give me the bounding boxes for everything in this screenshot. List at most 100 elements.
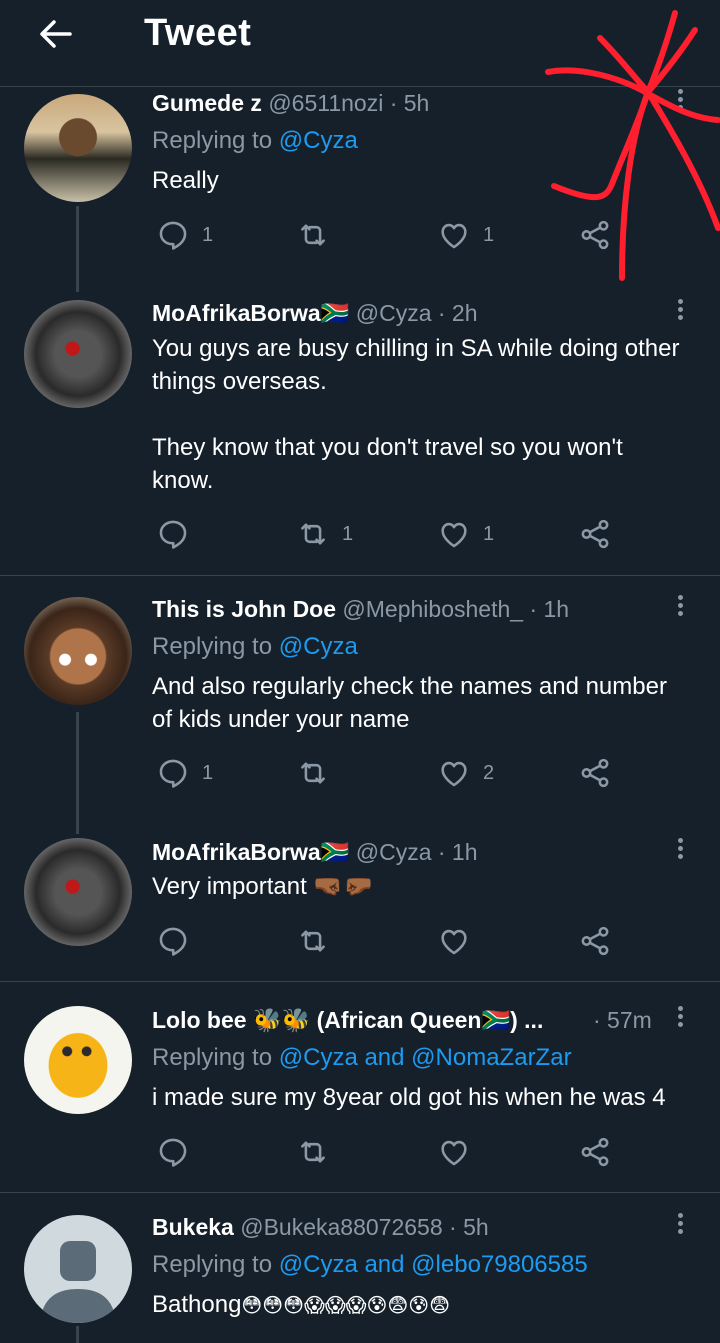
reply-button[interactable]	[156, 516, 202, 552]
share-icon	[578, 924, 612, 958]
retweet-icon	[296, 1135, 330, 1169]
display-name[interactable]: This is John Doe	[152, 596, 336, 622]
reply-icon	[156, 1135, 190, 1169]
avatar[interactable]	[24, 300, 132, 408]
like-button[interactable]: 1	[437, 516, 494, 552]
heart-icon	[437, 1135, 471, 1169]
display-name[interactable]: MoAfrikaBorwa	[152, 839, 321, 865]
display-name[interactable]: Gumede z	[152, 90, 262, 116]
more-vertical-icon[interactable]	[668, 1210, 692, 1240]
flag-emoji: 🇿🇦	[320, 840, 350, 866]
reply-count: 1	[202, 223, 214, 246]
more-vertical-icon[interactable]	[668, 86, 692, 116]
retweet-button[interactable]	[296, 755, 342, 791]
like-count: 1	[483, 522, 495, 545]
tweet-time: · 57m	[593, 1007, 652, 1034]
tweet-time: · 5h	[449, 1214, 489, 1240]
divider	[0, 1192, 720, 1193]
retweet-button[interactable]	[296, 923, 342, 959]
reply-button[interactable]: 1	[156, 755, 213, 791]
tweet-header: This is John Doe @Mephibosheth_ · 1h	[152, 596, 569, 623]
more-vertical-icon[interactable]	[668, 592, 692, 622]
thread-line	[76, 1326, 79, 1343]
flag-emoji: 🇿🇦	[320, 301, 350, 327]
tweet-text: Really	[152, 167, 219, 194]
share-button[interactable]	[578, 217, 612, 253]
time-text: · 57m	[593, 1007, 652, 1033]
tweet-actions	[152, 923, 632, 963]
retweet-count: 1	[342, 522, 354, 545]
arrow-left-icon[interactable]	[36, 14, 76, 54]
replying-to: Replying to @Cyza	[152, 127, 358, 154]
share-icon	[578, 218, 612, 252]
user-handle[interactable]: @6511nozi	[268, 90, 383, 116]
tweet-text: i made sure my 8year old got his when he…	[152, 1084, 666, 1111]
tweet-header: MoAfrikaBorwa🇿🇦 @Cyza · 1h	[152, 839, 478, 866]
text-line: Very important	[152, 873, 314, 900]
retweet-button[interactable]	[296, 1134, 342, 1170]
heart-icon	[437, 924, 471, 958]
retweet-icon	[296, 924, 330, 958]
share-button[interactable]	[578, 923, 612, 959]
tweet-time: · 1h	[529, 596, 570, 622]
user-handle[interactable]: @Mephibosheth_	[342, 596, 523, 622]
text-line: And also regularly check the names and n…	[152, 673, 667, 700]
reply-button[interactable]	[156, 1134, 202, 1170]
more-vertical-icon[interactable]	[668, 1003, 692, 1033]
mention-link[interactable]: @Cyza and @NomaZarZar	[279, 1044, 572, 1071]
mention-link[interactable]: @Cyza	[279, 633, 358, 660]
tweet-time: · 2h	[437, 300, 478, 326]
share-button[interactable]	[578, 1134, 612, 1170]
avatar[interactable]	[24, 1215, 132, 1323]
mention-link[interactable]: @Cyza and @lebo79806585	[279, 1251, 588, 1278]
tweet-actions: 1 1	[152, 217, 632, 257]
heart-icon	[437, 517, 471, 551]
avatar[interactable]	[24, 1006, 132, 1114]
more-vertical-icon[interactable]	[668, 835, 692, 865]
share-button[interactable]	[578, 755, 612, 791]
like-button[interactable]	[437, 923, 483, 959]
replying-to: Replying to @Cyza and @lebo79806585	[152, 1251, 588, 1278]
tweet-time: · 1h	[437, 839, 478, 865]
retweet-button[interactable]: 1	[296, 516, 353, 552]
like-count: 1	[483, 223, 495, 246]
tweet-header: Bukeka @Bukeka88072658 · 5h	[152, 1214, 489, 1241]
like-button[interactable]: 1	[437, 217, 494, 253]
user-handle[interactable]: @Cyza	[356, 839, 432, 865]
retweet-button[interactable]	[296, 217, 342, 253]
avatar[interactable]	[24, 597, 132, 705]
user-handle[interactable]: @Bukeka88072658	[240, 1214, 442, 1240]
tweet-header: Gumede z @6511nozi · 5h	[152, 90, 429, 117]
text-line: You guys are busy chilling in SA while d…	[152, 335, 680, 362]
reply-button[interactable]	[156, 923, 202, 959]
heart-icon	[437, 218, 471, 252]
reply-count: 1	[202, 761, 214, 784]
user-handle[interactable]: @Cyza	[356, 300, 432, 326]
like-button[interactable]: 2	[437, 755, 494, 791]
like-button[interactable]	[437, 1134, 483, 1170]
display-name[interactable]: Lolo bee 🐝🐝 (African Queen🇿🇦) ...	[152, 1007, 543, 1033]
tweet-text: And also regularly check the names and n…	[152, 670, 702, 736]
avatar[interactable]	[24, 94, 132, 202]
share-button[interactable]	[578, 516, 612, 552]
thread-line	[76, 712, 79, 834]
tweet-actions: 1 2	[152, 755, 632, 795]
tweet-header: MoAfrikaBorwa🇿🇦 @Cyza · 2h	[152, 300, 478, 327]
display-name[interactable]: MoAfrikaBorwa	[152, 300, 321, 326]
tweet-text: Very important 🤜🏾🤛🏾	[152, 870, 702, 903]
mention-link[interactable]: @Cyza	[279, 127, 358, 154]
reaction-emojis: 😳😳😳😱😱😱😰😨😰😨	[241, 1293, 450, 1317]
divider	[0, 575, 720, 576]
tweet-time: · 5h	[389, 90, 430, 116]
heart-icon	[437, 756, 471, 790]
replying-to: Replying to @Cyza and @NomaZarZar	[152, 1044, 572, 1071]
reply-icon	[156, 756, 190, 790]
display-name[interactable]: Bukeka	[152, 1214, 234, 1240]
default-avatar-icon	[40, 1241, 116, 1323]
text-line: know.	[152, 467, 214, 494]
avatar[interactable]	[24, 838, 132, 946]
text-line: Bathong	[152, 1291, 242, 1318]
more-vertical-icon[interactable]	[668, 296, 692, 326]
reply-button[interactable]: 1	[156, 217, 213, 253]
reply-icon	[156, 218, 190, 252]
